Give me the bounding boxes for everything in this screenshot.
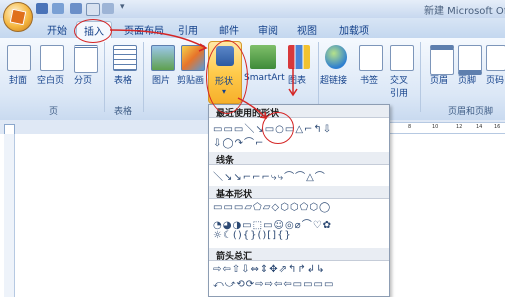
- office-logo-icon: [9, 8, 27, 26]
- annotation-arrow: [109, 29, 207, 49]
- annotation-arrows: [109, 29, 298, 119]
- annotation-arrow: [237, 97, 267, 119]
- office-button[interactable]: [3, 2, 33, 32]
